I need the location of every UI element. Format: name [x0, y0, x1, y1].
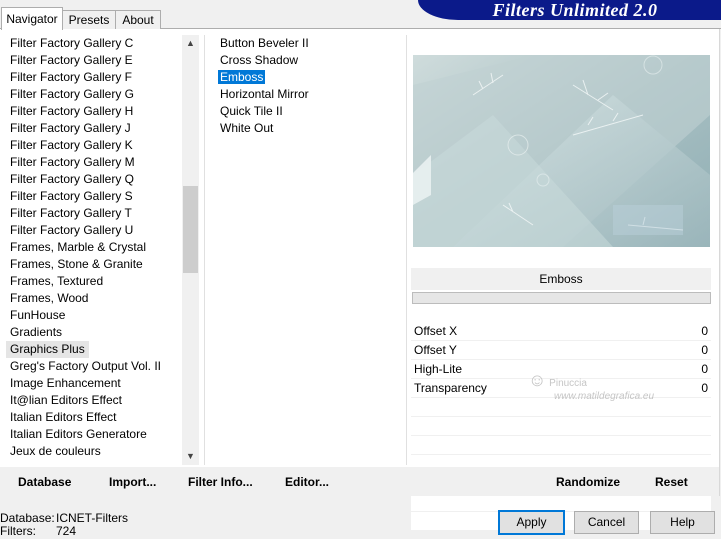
- category-item[interactable]: Frames, Stone & Granite: [6, 256, 182, 273]
- empty-param-row: [411, 417, 711, 436]
- param-row[interactable]: Offset Y 0: [411, 341, 711, 360]
- category-item[interactable]: Filter Factory Gallery G: [6, 86, 182, 103]
- filter-item[interactable]: Emboss: [214, 69, 394, 86]
- randomize-button[interactable]: Randomize: [556, 475, 620, 489]
- category-list[interactable]: Filter Factory Gallery C Filter Factory G…: [6, 35, 182, 465]
- category-item[interactable]: Filter Factory Gallery E: [6, 52, 182, 69]
- category-item[interactable]: Frames, Textured: [6, 273, 182, 290]
- divider: [406, 35, 407, 465]
- editor-button[interactable]: Editor...: [285, 475, 329, 489]
- empty-param-row: [411, 436, 711, 455]
- category-item[interactable]: Filter Factory Gallery M: [6, 154, 182, 171]
- cancel-button[interactable]: Cancel: [574, 511, 639, 534]
- filter-item[interactable]: Quick Tile II: [214, 103, 394, 120]
- category-item[interactable]: Filter Factory Gallery S: [6, 188, 182, 205]
- filter-item-label: White Out: [220, 121, 274, 135]
- filter-item-label: Cross Shadow: [220, 53, 299, 67]
- category-scrollbar[interactable]: ▲ ▼: [182, 35, 199, 465]
- help-button[interactable]: Help: [650, 511, 715, 534]
- status-filters-label: Filters:: [0, 524, 36, 538]
- param-value[interactable]: 0: [701, 322, 708, 340]
- category-item[interactable]: Filter Factory Gallery J: [6, 120, 182, 137]
- app-title: Filters Unlimited 2.0: [492, 0, 658, 20]
- watermark: ☺ Pinuccia www.matildegrafica.eu: [528, 370, 654, 402]
- apply-button[interactable]: Apply: [498, 510, 565, 535]
- param-value[interactable]: 0: [701, 360, 708, 378]
- status-filters-value: 724: [56, 524, 77, 538]
- category-item[interactable]: Frames, Wood: [6, 290, 182, 307]
- filter-item-label: Emboss: [218, 70, 266, 84]
- scroll-down-icon[interactable]: ▼: [182, 448, 199, 465]
- filter-item[interactable]: White Out: [214, 120, 394, 137]
- category-item[interactable]: Filter Factory Gallery F: [6, 69, 182, 86]
- param-name: Offset X: [414, 324, 458, 338]
- import-button[interactable]: Import...: [109, 475, 156, 489]
- filter-item[interactable]: Cross Shadow: [214, 52, 394, 69]
- category-item[interactable]: Image Enhancement: [6, 375, 182, 392]
- filter-item-label: Quick Tile II: [220, 104, 283, 118]
- param-name: High-Lite: [414, 362, 463, 376]
- param-row[interactable]: Offset X 0: [411, 322, 711, 341]
- category-item[interactable]: FunHouse: [6, 307, 182, 324]
- category-item[interactable]: Gradients: [6, 324, 182, 341]
- category-item[interactable]: Italian Editors Effect: [6, 409, 182, 426]
- reset-button[interactable]: Reset: [655, 475, 688, 489]
- tab-presets[interactable]: Presets: [62, 10, 116, 29]
- watermark-smiley-icon: ☺: [528, 370, 547, 390]
- watermark-name: Pinuccia: [549, 378, 587, 389]
- category-item[interactable]: Filter Factory Gallery U: [6, 222, 182, 239]
- database-button[interactable]: Database: [18, 475, 71, 489]
- status-database-value: ICNET-Filters: [56, 511, 128, 525]
- status-database-label: Database:: [0, 511, 55, 525]
- category-item[interactable]: It@lian Editors Effect: [6, 392, 182, 409]
- param-name: Offset Y: [414, 343, 457, 357]
- category-item[interactable]: Filter Factory Gallery C: [6, 35, 182, 52]
- progress-bar: [412, 292, 711, 304]
- scroll-up-icon[interactable]: ▲: [182, 35, 199, 52]
- category-item[interactable]: Greg's Factory Output Vol. II: [6, 358, 182, 375]
- category-item[interactable]: Frames, Marble & Crystal: [6, 239, 182, 256]
- filter-list[interactable]: Button Beveler II Cross Shadow Emboss Horiz…: [214, 35, 394, 137]
- filter-item[interactable]: Button Beveler II: [214, 35, 394, 52]
- param-value[interactable]: 0: [701, 341, 708, 359]
- filter-item-label: Button Beveler II: [220, 36, 309, 50]
- filter-item[interactable]: Horizontal Mirror: [214, 86, 394, 103]
- category-item[interactable]: Filter Factory Gallery K: [6, 137, 182, 154]
- watermark-url: www.matildegrafica.eu: [554, 391, 655, 402]
- param-name: Transparency: [414, 381, 487, 395]
- tab-navigator[interactable]: Navigator: [1, 7, 63, 30]
- category-item[interactable]: Graphics Plus: [6, 341, 89, 358]
- category-item[interactable]: Filter Factory Gallery T: [6, 205, 182, 222]
- filter-item-label: Horizontal Mirror: [220, 87, 309, 101]
- tab-about[interactable]: About: [115, 10, 161, 29]
- divider: [204, 35, 205, 465]
- category-item[interactable]: Filter Factory Gallery H: [6, 103, 182, 120]
- parameter-list: Offset X 0 Offset Y 0 High-Lite 0 Transparency…: [411, 322, 711, 531]
- category-item[interactable]: Italian Editors Generatore: [6, 426, 182, 443]
- category-item[interactable]: Filter Factory Gallery Q: [6, 171, 182, 188]
- preview-image: [413, 55, 710, 247]
- current-filter-name: Emboss: [411, 268, 711, 290]
- scroll-thumb[interactable]: [183, 186, 198, 273]
- filter-info-button[interactable]: Filter Info...: [188, 475, 253, 489]
- category-item[interactable]: Jeux de couleurs: [6, 443, 182, 460]
- param-value[interactable]: 0: [701, 379, 708, 397]
